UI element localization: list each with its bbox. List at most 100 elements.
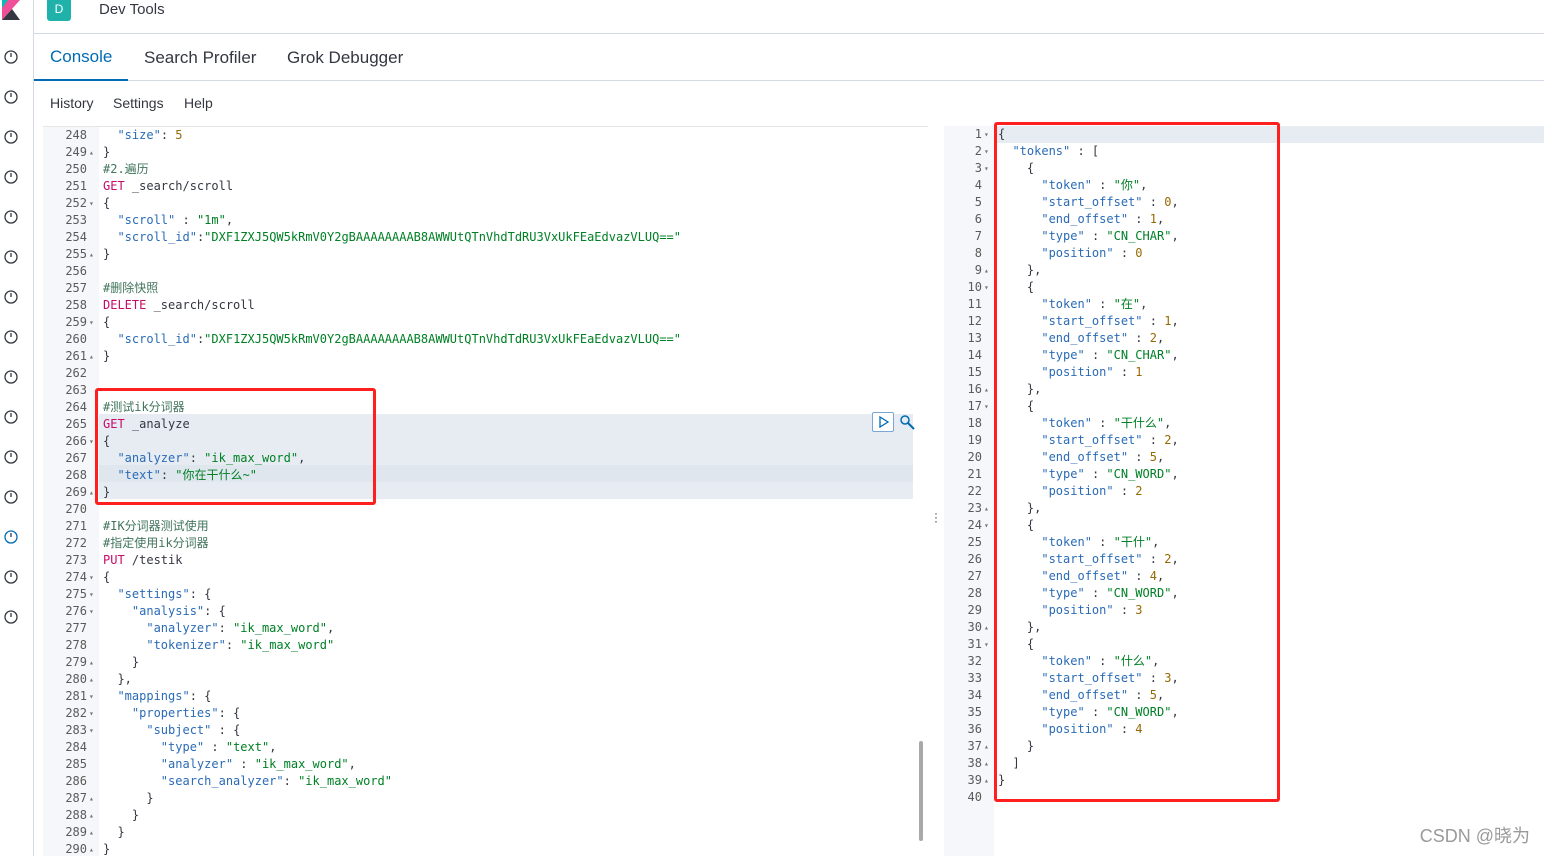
request-code-line[interactable]: } [103,246,110,263]
fold-open-icon[interactable]: ▾ [984,636,994,653]
request-code-line[interactable]: } [103,790,153,807]
fold-open-icon[interactable]: ▾ [984,398,994,415]
request-code-line[interactable]: } [103,348,110,365]
request-token: "subject" [146,723,212,737]
request-code-line[interactable]: { [103,195,110,212]
fold-close-icon[interactable]: ▴ [89,654,99,671]
fold-open-icon[interactable]: ▾ [89,569,99,586]
fold-close-icon[interactable]: ▴ [89,807,99,824]
space-avatar[interactable]: D [47,0,71,21]
fold-close-icon[interactable]: ▴ [89,348,99,365]
apm-icon[interactable] [0,486,22,508]
play-icon [879,416,889,428]
user-icon[interactable] [0,326,22,348]
kibana-logo[interactable] [0,0,34,24]
fold-open-icon[interactable]: ▾ [89,688,99,705]
request-code-line[interactable]: #2.遍历 [103,161,149,178]
request-code-line[interactable]: "scroll_id":"DXF1ZXJ5QW5kRmV0Y2gBAAAAAAA… [103,229,681,246]
fold-close-icon[interactable]: ▴ [89,841,99,856]
resizer-handle-icon[interactable]: · · · [934,507,938,527]
canvas-icon[interactable] [0,206,22,228]
request-code-line[interactable]: } [103,841,110,856]
fold-open-icon[interactable]: ▾ [89,705,99,722]
fold-open-icon[interactable]: ▾ [984,279,994,296]
fold-open-icon[interactable]: ▾ [984,126,994,143]
infrastructure-icon[interactable] [0,406,22,428]
fold-open-icon[interactable]: ▾ [984,517,994,534]
request-code-line[interactable]: GET _search/scroll [103,178,233,195]
monitoring-icon[interactable] [0,566,22,588]
request-code-line[interactable]: #删除快照 [103,280,158,297]
request-code-line[interactable]: "analyzer": "ik_max_word", [103,620,334,637]
fold-open-icon[interactable]: ▾ [89,195,99,212]
request-code-line[interactable]: "scroll" : "1m", [103,212,233,229]
tab-console[interactable]: Console [34,34,129,81]
fold-close-icon[interactable]: ▴ [984,381,994,398]
response-line-number: 9 [974,263,982,277]
fold-close-icon[interactable]: ▴ [984,738,994,755]
request-line-number: 276 [65,604,87,618]
request-code-line[interactable]: "type" : "text", [103,739,277,756]
send-request-button[interactable] [872,412,894,432]
dashboard-icon[interactable] [0,166,22,188]
fold-open-icon[interactable]: ▾ [89,314,99,331]
request-code-line[interactable]: "subject" : { [103,722,240,739]
fold-open-icon[interactable]: ▾ [89,586,99,603]
maps-icon[interactable] [0,246,22,268]
fold-close-icon[interactable]: ▴ [89,246,99,263]
visualize-icon[interactable] [0,126,22,148]
help-link[interactable]: Help [184,95,213,111]
request-code-line[interactable]: } [103,824,124,841]
request-code-line[interactable]: } [103,654,139,671]
clock-icon[interactable] [0,46,22,68]
request-code-line[interactable]: }, [103,671,131,688]
fold-close-icon[interactable]: ▴ [984,500,994,517]
request-code-line[interactable]: #指定使用ik分词器 [103,535,209,552]
request-code-line[interactable]: "mappings": { [103,688,211,705]
request-code-line[interactable]: "settings": { [103,586,211,603]
fold-close-icon[interactable]: ▴ [984,619,994,636]
request-code-line[interactable]: "tokenizer": "ik_max_word" [103,637,334,654]
tab-search-profiler[interactable]: Search Profiler [128,34,272,81]
fold-open-icon[interactable]: ▾ [984,143,994,160]
request-code-line[interactable]: "search_analyzer": "ik_max_word" [103,773,392,790]
request-code-line[interactable]: "properties": { [103,705,240,722]
fold-close-icon[interactable]: ▴ [89,790,99,807]
fold-close-icon[interactable]: ▴ [984,772,994,789]
fold-close-icon[interactable]: ▴ [89,144,99,161]
compass-icon[interactable] [0,86,22,108]
request-code-line[interactable]: } [103,144,110,161]
fold-close-icon[interactable]: ▴ [984,755,994,772]
fold-open-icon[interactable]: ▾ [984,160,994,177]
request-code-line[interactable]: PUT /testik [103,552,182,569]
graph-icon[interactable] [0,366,22,388]
request-code-line[interactable]: #IK分词器测试使用 [103,518,209,535]
devtools-icon[interactable] [0,526,22,548]
fold-open-icon[interactable]: ▾ [89,603,99,620]
request-line-number: 253 [65,213,87,227]
request-code-line[interactable]: "analyzer" : "ik_max_word", [103,756,356,773]
request-line-number: 252 [65,196,87,210]
request-token: "scroll_id" [117,332,197,346]
request-token: #指定使用ik分词器 [103,536,209,550]
editor-resizer[interactable]: · · · [928,126,944,856]
request-code-line[interactable]: } [103,807,139,824]
fold-close-icon[interactable]: ▴ [89,671,99,688]
request-editor-scrollbar[interactable] [919,741,923,841]
request-code-line[interactable]: "scroll_id":"DXF1ZXJ5QW5kRmV0Y2gBAAAAAAA… [103,331,681,348]
request-code-line[interactable]: "size": 5 [103,127,182,144]
request-code-line[interactable]: DELETE _search/scroll [103,297,255,314]
management-icon[interactable] [0,606,22,628]
history-link[interactable]: History [50,95,94,111]
request-options-button[interactable] [898,413,916,431]
request-code-line[interactable]: { [103,569,110,586]
request-code-line[interactable]: "analysis": { [103,603,226,620]
fold-open-icon[interactable]: ▾ [89,722,99,739]
ml-icon[interactable] [0,286,22,308]
tab-grok-debugger[interactable]: Grok Debugger [271,34,419,81]
uptime-icon[interactable] [0,446,22,468]
settings-link[interactable]: Settings [113,95,164,111]
fold-close-icon[interactable]: ▴ [984,262,994,279]
fold-close-icon[interactable]: ▴ [89,824,99,841]
request-code-line[interactable]: { [103,314,110,331]
